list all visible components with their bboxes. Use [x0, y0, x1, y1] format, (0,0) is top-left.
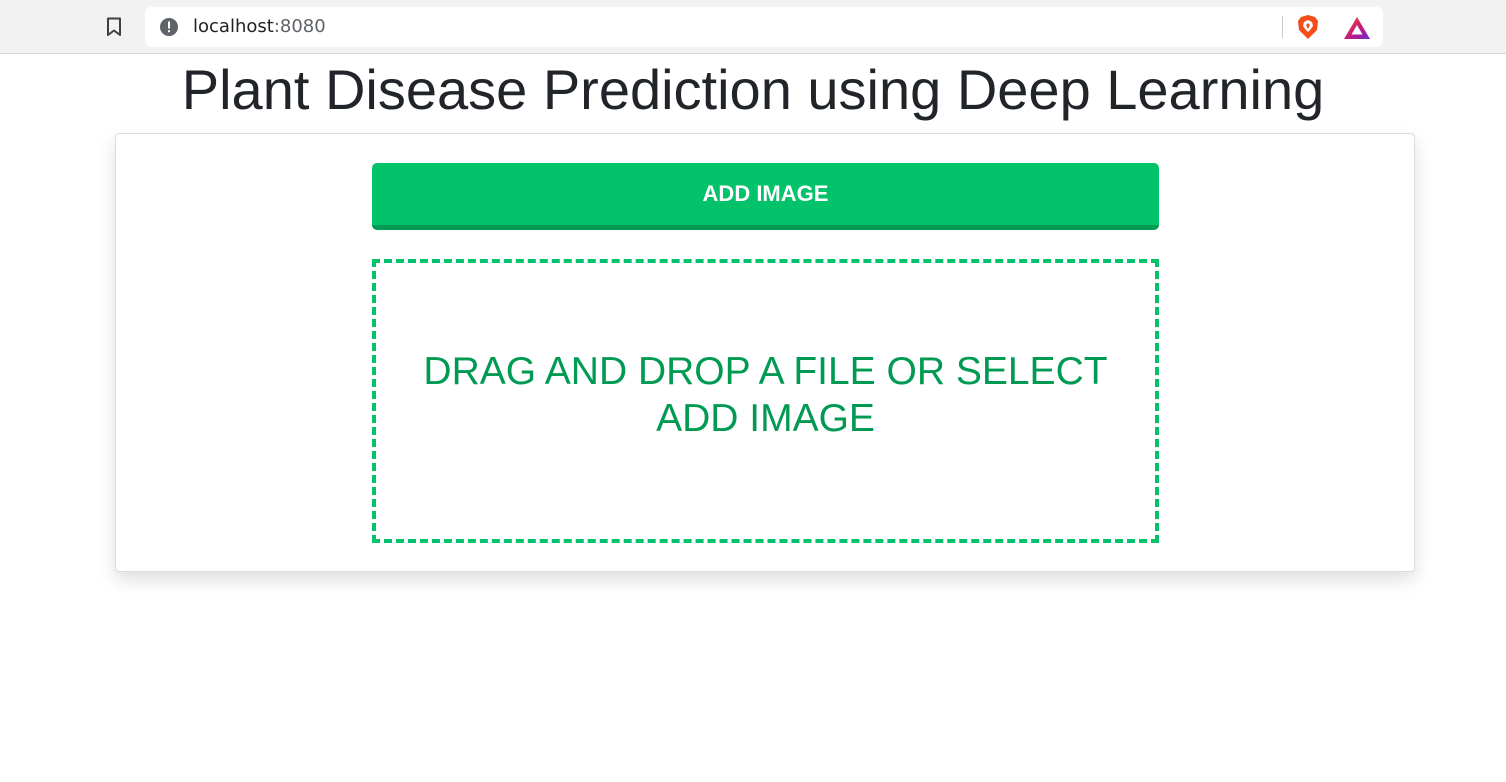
add-image-button[interactable]: ADD IMAGE: [372, 163, 1159, 230]
drop-zone-text: DRAG AND DROP A FILE OR SELECT ADD IMAGE: [423, 350, 1108, 440]
info-icon[interactable]: [159, 17, 179, 37]
brave-rewards-icon[interactable]: [1343, 15, 1371, 41]
address-bar[interactable]: localhost:8080: [145, 7, 1383, 47]
drop-zone[interactable]: DRAG AND DROP A FILE OR SELECT ADD IMAGE: [372, 259, 1159, 543]
bookmark-icon[interactable]: [100, 13, 128, 41]
toolbar-divider: [1282, 16, 1283, 38]
upload-card: ADD IMAGE DRAG AND DROP A FILE OR SELECT…: [115, 133, 1415, 572]
page-title: Plant Disease Prediction using Deep Lear…: [181, 58, 1325, 121]
url-text[interactable]: localhost:8080: [193, 16, 326, 38]
browser-toolbar: localhost:8080: [0, 0, 1506, 54]
url-port: :8080: [273, 16, 326, 37]
brave-shields-icon[interactable]: [1295, 14, 1321, 40]
url-host: localhost: [193, 16, 274, 37]
